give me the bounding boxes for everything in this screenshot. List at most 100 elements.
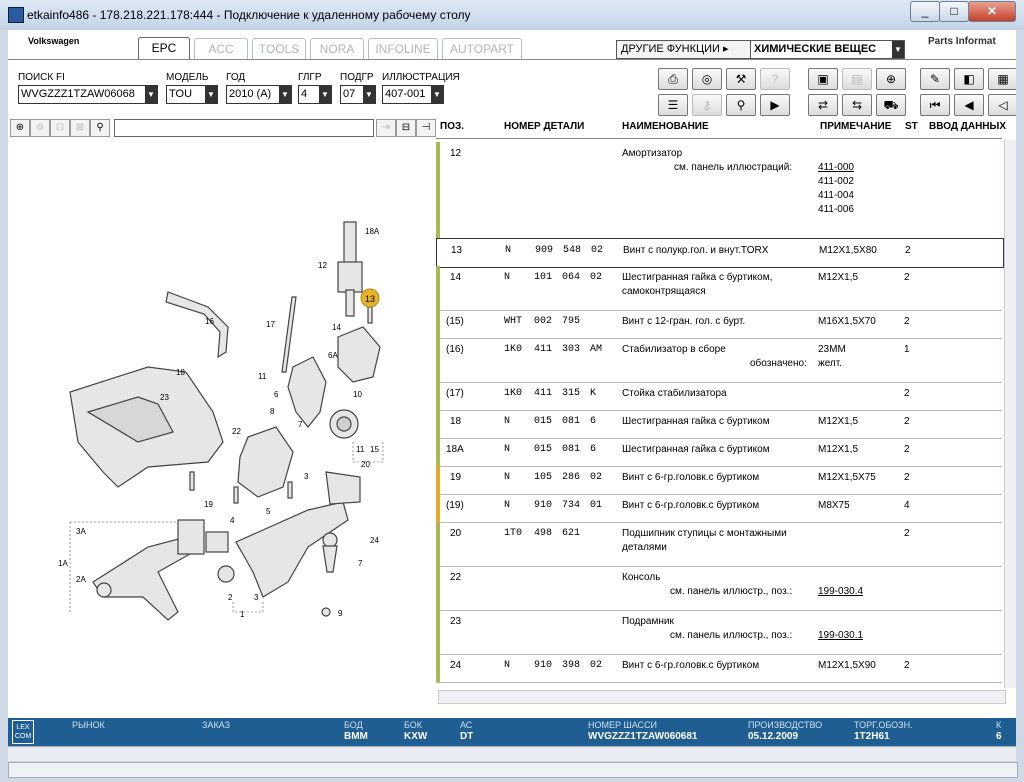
year-select[interactable]: 2010 (A) ▼ <box>226 85 292 104</box>
row-note: 411-006 <box>818 204 854 215</box>
k-label: К <box>996 720 1002 730</box>
tab-epc[interactable]: EPC <box>138 37 190 60</box>
table-row[interactable]: 12 Амортизатор см. панель иллюстраций: 4… <box>436 142 1002 239</box>
transfer-icon[interactable]: ⇄ <box>808 94 838 116</box>
table-row-selected[interactable]: 13 N 909 548 02 Винт с полукр.гол. и вну… <box>436 238 1004 268</box>
tab-tools[interactable]: TOOLS <box>252 38 306 59</box>
minimize-button[interactable]: _ <box>910 1 940 22</box>
illus-select[interactable]: 407-001 ▼ <box>382 85 444 104</box>
parts-illustration[interactable]: 13 18A 12 16 17 14 6A 18 11 6 10 8 23 7 … <box>8 142 434 714</box>
tab-infoline[interactable]: INFOLINE <box>368 38 438 59</box>
svg-text:9: 9 <box>338 609 343 618</box>
disc-icon[interactable]: ◎ <box>692 68 722 90</box>
table-row[interactable]: (19) N 910 734 01 Винт с 6-гр.головк.с б… <box>436 494 1002 523</box>
table-row[interactable]: (15) WHT 002 795 Винт с 12-гран. гол. с … <box>436 310 1002 339</box>
print-icon[interactable]: ⎙ <box>658 68 688 90</box>
page-icon[interactable]: ▦ <box>988 68 1016 90</box>
remote-horizontal-scrollbar[interactable] <box>8 762 1018 778</box>
svg-text:7: 7 <box>358 559 363 568</box>
chevron-down-icon: ▼ <box>319 86 331 103</box>
row-sub: см. панель иллюстр., поз.: <box>670 586 793 597</box>
row-note: M12X1,5X90 <box>818 660 876 671</box>
zoom-fit-icon[interactable]: ⊞ <box>70 119 90 137</box>
illus-value: 407-001 <box>385 88 426 100</box>
status-bar: LEX COM РЫНОК ЗАКАЗ БОД BMM БОК KXW АС D… <box>8 718 1016 746</box>
table-row[interactable]: (16) 1K0 411 303 AM Стабилизатор в сборе… <box>436 338 1002 383</box>
svg-text:15: 15 <box>370 445 379 454</box>
list-icon[interactable]: ☰ <box>658 94 688 116</box>
row-st: 1 <box>904 344 910 355</box>
export-icon[interactable]: ⇥ <box>376 119 396 137</box>
cart-icon[interactable]: ⛟ <box>876 94 906 116</box>
svg-text:22: 22 <box>232 427 241 436</box>
prev-icon[interactable]: ◀ <box>954 94 984 116</box>
bike-icon[interactable]: ⚲ <box>726 94 756 116</box>
zoom-out-icon[interactable]: ⊖ <box>30 119 50 137</box>
table-row[interactable]: 18 N 015 081 6 Шестигранная гайка с бурт… <box>436 410 1002 439</box>
horizontal-scrollbar[interactable] <box>438 690 1006 704</box>
zoom-toolbar: ⊕ ⊖ ⊡ ⊞ ⚲ ⇥ ⊟ ⊣ <box>10 119 436 137</box>
row-link[interactable]: 199-030.4 <box>818 585 863 599</box>
podgr-select[interactable]: 07 ▼ <box>340 85 376 104</box>
table-row[interactable]: (17) 1K0 411 315 K Стойка стабилизатора … <box>436 382 1002 411</box>
chemicals-select[interactable]: ХИМИЧЕСКИЕ ВЕЩЕС ▼ <box>750 40 905 59</box>
table-row[interactable]: 19 N 105 286 02 Винт с 6-гр.головк.с бур… <box>436 466 1002 495</box>
search-icon[interactable]: ⚲ <box>90 119 110 137</box>
row-link[interactable]: 199-030.1 <box>818 629 863 643</box>
row-part-prefix: 1K0 <box>504 388 523 399</box>
svg-text:2A: 2A <box>76 575 86 584</box>
maximize-button[interactable]: □ <box>939 1 969 22</box>
row-marker <box>436 142 440 238</box>
split-icon[interactable]: ⊣ <box>416 119 436 137</box>
tab-acc[interactable]: ACC <box>194 38 248 59</box>
help-icon[interactable]: ? <box>760 68 790 90</box>
depot-icon[interactable]: ▤ <box>842 68 872 90</box>
col-part: НОМЕР ДЕТАЛИ <box>504 121 585 132</box>
elsa-icon[interactable]: ▣ <box>808 68 838 90</box>
table-row[interactable]: 14 N 101 064 02 Шестигранная гайка с бур… <box>436 266 1002 311</box>
fi-select[interactable]: WVGZZZ1TZAW06068 ▼ <box>18 85 158 104</box>
vertical-scrollbar[interactable] <box>1004 140 1016 688</box>
row-link[interactable]: 411-000 <box>818 161 854 175</box>
row-part-mid: 795 <box>562 316 581 327</box>
cart-add-icon[interactable]: ⊕ <box>876 68 906 90</box>
row-marker <box>436 338 440 382</box>
row-part-prefix: N <box>504 660 511 671</box>
svg-text:18A: 18A <box>365 227 380 236</box>
row-part-main: 015 <box>534 416 553 427</box>
layout-icon[interactable]: ⊟ <box>396 119 416 137</box>
row-marker <box>436 310 440 338</box>
row-part-mid: 303 <box>562 344 581 355</box>
pin-icon[interactable]: ✎ <box>920 68 950 90</box>
glgr-select[interactable]: 4 ▼ <box>298 85 332 104</box>
play-icon[interactable]: ▶ <box>760 94 790 116</box>
row-note: 411-002 <box>818 176 854 187</box>
table-row[interactable]: 24 N 910 398 02 Винт с 6-гр.головк.с бур… <box>436 654 1002 683</box>
table-row[interactable]: 20 1T0 498 621 Подшипник ступицы с монта… <box>436 522 1002 567</box>
taskbar-strip <box>8 746 1016 761</box>
table-row[interactable]: 23 Подрамник см. панель иллюстр., поз.: … <box>436 610 1002 655</box>
tab-nora[interactable]: NORA <box>310 38 364 59</box>
back-page-icon[interactable]: ◧ <box>954 68 984 90</box>
transfer2-icon[interactable]: ⇆ <box>842 94 872 116</box>
row-name: Стойка стабилизатора <box>622 388 727 399</box>
zoom-field[interactable] <box>114 119 374 137</box>
model-select[interactable]: TOU ▼ <box>166 85 218 104</box>
zoom-in-icon[interactable]: ⊕ <box>10 119 30 137</box>
table-row[interactable]: 22 Консоль см. панель иллюстр., поз.: 19… <box>436 566 1002 611</box>
col-pos: ПОЗ. <box>440 121 465 132</box>
zoom-area-icon[interactable]: ⊡ <box>50 119 70 137</box>
tools-icon[interactable]: ⚒ <box>726 68 756 90</box>
svg-text:2: 2 <box>228 593 233 602</box>
trade-label: ТОРГ.ОБОЗН. <box>854 720 913 730</box>
row-part-suffix: AM <box>590 344 603 355</box>
other-functions-button[interactable]: ДРУГИЕ ФУНКЦИИ ▸ <box>616 40 752 59</box>
prev2-icon[interactable]: ◁ <box>988 94 1016 116</box>
row-name: Шестигранная гайка с буртиком <box>622 416 770 427</box>
table-row[interactable]: 18A N 015 081 6 Шестигранная гайка с бур… <box>436 438 1002 467</box>
key-icon[interactable]: ⚷ <box>692 94 722 116</box>
first-icon[interactable]: ⏮ <box>920 94 950 116</box>
close-button[interactable]: ✕ <box>968 1 1016 22</box>
svg-text:19: 19 <box>204 500 213 509</box>
tab-autopart[interactable]: AUTOPART <box>442 38 522 59</box>
